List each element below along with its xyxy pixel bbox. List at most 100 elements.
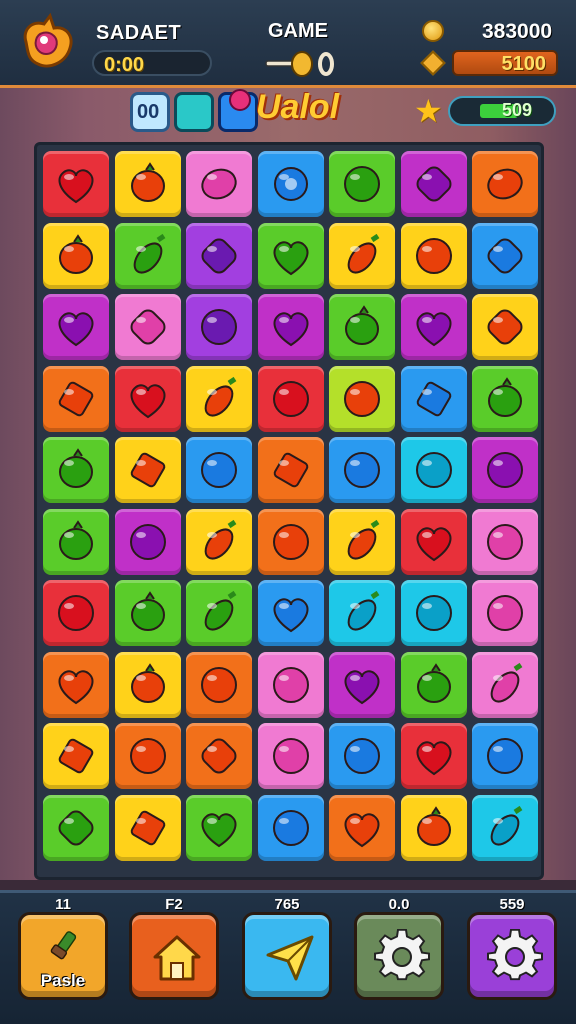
board-tile[interactable] <box>43 151 109 217</box>
board-tile[interactable] <box>186 508 252 575</box>
board-tile[interactable] <box>43 580 109 646</box>
timer-box: 0:00 <box>92 50 212 76</box>
board-tile[interactable] <box>400 151 467 217</box>
booster-chip-3[interactable] <box>218 89 258 132</box>
options-button[interactable] <box>467 912 557 1000</box>
score-box: 5100 <box>452 50 558 76</box>
candy-blob-icon <box>415 452 452 488</box>
candy-pepper-icon <box>490 805 523 846</box>
board-tile[interactable] <box>186 580 252 646</box>
candy-berry-icon <box>59 233 93 274</box>
board-tile[interactable] <box>186 151 252 217</box>
paste-button[interactable]: Pasle <box>18 912 108 1000</box>
board-tile[interactable] <box>43 365 109 432</box>
board-tile[interactable] <box>400 580 467 646</box>
board-tile[interactable] <box>472 151 538 217</box>
board-tile[interactable] <box>186 723 252 789</box>
settings-button[interactable] <box>354 912 444 1000</box>
board-tile[interactable] <box>400 723 467 789</box>
send-button[interactable] <box>242 912 332 1000</box>
board-tile[interactable] <box>400 222 467 289</box>
board-tile[interactable] <box>329 580 395 646</box>
board-tile[interactable] <box>329 437 395 503</box>
home-button[interactable] <box>129 912 219 1000</box>
board-tile[interactable] <box>114 222 181 289</box>
board-tile[interactable] <box>400 294 467 360</box>
board-tile[interactable] <box>329 294 395 360</box>
home-icon <box>153 935 201 981</box>
board-tile[interactable] <box>472 222 538 289</box>
board-tile[interactable] <box>329 365 395 432</box>
board-tile[interactable] <box>43 294 109 360</box>
candy-pepper-icon <box>347 590 380 631</box>
board-tile[interactable] <box>257 580 324 646</box>
board-tile[interactable] <box>257 151 324 217</box>
board-tile[interactable] <box>257 508 324 575</box>
booster-chip-1[interactable]: 00 <box>130 92 170 132</box>
candy-blob-icon <box>272 666 309 703</box>
board-tile[interactable] <box>257 437 324 503</box>
candy-berry-icon <box>59 448 93 488</box>
board-tile[interactable] <box>186 222 252 289</box>
candy-blob-icon <box>487 738 523 774</box>
board-tile[interactable] <box>114 794 181 861</box>
board-tile[interactable] <box>43 651 109 718</box>
board-tile[interactable] <box>472 508 538 575</box>
candy-berry-icon <box>130 662 165 703</box>
board-tile[interactable] <box>186 365 252 432</box>
board-tile[interactable] <box>472 437 538 503</box>
board-tile[interactable] <box>472 294 538 360</box>
board-tile[interactable] <box>186 437 252 503</box>
button-4-count: 0.0 <box>388 896 410 913</box>
candy-drop-icon <box>130 309 165 345</box>
candy-heart-icon <box>344 669 380 704</box>
candy-blob-icon <box>344 166 380 202</box>
board-tile[interactable] <box>43 794 109 861</box>
board-tile[interactable] <box>186 794 252 861</box>
board-tile[interactable] <box>329 794 395 861</box>
board-tile[interactable] <box>43 723 109 789</box>
game-board <box>34 142 544 880</box>
board-tile[interactable] <box>186 651 252 718</box>
board-tile[interactable] <box>43 437 109 503</box>
booster-chip-2[interactable] <box>174 92 214 132</box>
board-tile[interactable] <box>329 508 395 575</box>
board-tile[interactable] <box>400 437 467 503</box>
board-tile[interactable] <box>257 294 324 360</box>
board-tile[interactable] <box>329 151 395 217</box>
board-tile[interactable] <box>400 651 467 718</box>
board-tile[interactable] <box>114 580 181 646</box>
board-tile[interactable] <box>114 365 181 432</box>
board-tile[interactable] <box>472 580 538 646</box>
board-tile[interactable] <box>114 151 181 217</box>
board-tile[interactable] <box>43 508 109 575</box>
candy-blob-icon <box>201 309 237 345</box>
board-tile[interactable] <box>329 723 395 789</box>
board-tile[interactable] <box>257 651 324 718</box>
board-tile[interactable] <box>114 437 181 503</box>
board-tile[interactable] <box>329 651 395 718</box>
board-tile[interactable] <box>114 508 181 575</box>
candy-drop-icon <box>201 238 237 273</box>
board-tile[interactable] <box>400 794 467 861</box>
board-tile[interactable] <box>329 222 395 289</box>
board-tile[interactable] <box>257 365 324 432</box>
board-tile[interactable] <box>257 723 324 789</box>
candy-diamond-icon <box>130 810 165 845</box>
board-tile[interactable] <box>186 294 252 360</box>
board-tile[interactable] <box>114 723 181 789</box>
board-tile[interactable] <box>257 794 324 861</box>
board-tile[interactable] <box>472 365 538 432</box>
board-tile[interactable] <box>472 651 538 718</box>
board-tile[interactable] <box>472 794 538 861</box>
candy-blob-icon <box>487 452 523 488</box>
board-tile[interactable] <box>43 222 109 289</box>
candy-diamond-icon <box>416 381 451 416</box>
board-tile[interactable] <box>400 365 467 432</box>
board-tile[interactable] <box>114 651 181 718</box>
board-tile[interactable] <box>114 294 181 360</box>
candy-blob-icon <box>129 738 166 774</box>
board-tile[interactable] <box>257 222 324 289</box>
board-tile[interactable] <box>472 723 538 789</box>
board-tile[interactable] <box>400 508 467 575</box>
